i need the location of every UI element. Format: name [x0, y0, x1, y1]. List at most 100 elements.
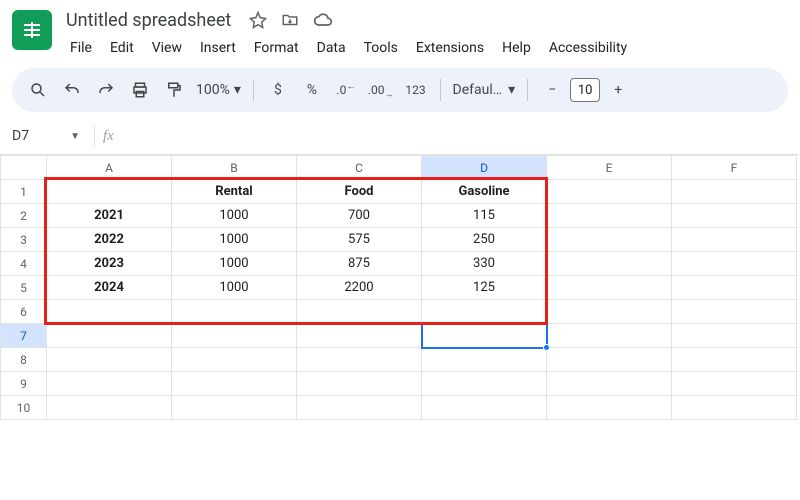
cell-E4[interactable]	[547, 252, 672, 276]
cell-E6[interactable]	[547, 300, 672, 324]
cell-F10[interactable]	[672, 396, 797, 420]
cloud-status-icon[interactable]	[313, 10, 333, 30]
sheets-logo[interactable]	[12, 10, 52, 50]
row-header-8[interactable]: 8	[1, 348, 47, 372]
menu-insert[interactable]: Insert	[192, 36, 244, 60]
cell-D9[interactable]	[422, 372, 547, 396]
formula-input[interactable]	[114, 124, 800, 148]
cell-F7[interactable]	[672, 324, 797, 348]
cell-D6[interactable]	[422, 300, 547, 324]
col-header-D[interactable]: D	[422, 156, 547, 180]
menu-accessibility[interactable]: Accessibility	[541, 36, 635, 60]
print-icon[interactable]	[124, 74, 156, 106]
cell-D5[interactable]: 125	[422, 276, 547, 300]
menu-extensions[interactable]: Extensions	[408, 36, 492, 60]
cell-F5[interactable]	[672, 276, 797, 300]
cell-E7[interactable]	[547, 324, 672, 348]
cell-C4[interactable]: 875	[297, 252, 422, 276]
cell-C7[interactable]	[297, 324, 422, 348]
cell-E8[interactable]	[547, 348, 672, 372]
row-header-1[interactable]: 1	[1, 180, 47, 204]
cell-D8[interactable]	[422, 348, 547, 372]
cell-A3[interactable]: 2022	[47, 228, 172, 252]
row-header-4[interactable]: 4	[1, 252, 47, 276]
name-box[interactable]: D7 ▼	[6, 124, 86, 148]
cell-A5[interactable]: 2024	[47, 276, 172, 300]
row-header-9[interactable]: 9	[1, 372, 47, 396]
cell-C1[interactable]: Food	[297, 180, 422, 204]
cell-B7[interactable]	[172, 324, 297, 348]
row-header-2[interactable]: 2	[1, 204, 47, 228]
zoom-select[interactable]: 100%▾	[192, 74, 245, 106]
menu-view[interactable]: View	[144, 36, 190, 60]
menu-tools[interactable]: Tools	[356, 36, 406, 60]
cell-C6[interactable]	[297, 300, 422, 324]
select-all-corner[interactable]	[1, 156, 47, 180]
star-icon[interactable]	[249, 11, 267, 29]
cell-C9[interactable]	[297, 372, 422, 396]
percent-icon[interactable]: %	[296, 74, 328, 106]
row-header-5[interactable]: 5	[1, 276, 47, 300]
cell-F8[interactable]	[672, 348, 797, 372]
search-icon[interactable]	[22, 74, 54, 106]
row-header-10[interactable]: 10	[1, 396, 47, 420]
cell-E1[interactable]	[547, 180, 672, 204]
cell-B1[interactable]: Rental	[172, 180, 297, 204]
cell-B8[interactable]	[172, 348, 297, 372]
increase-font-size-button[interactable]: +	[602, 74, 634, 106]
cell-E5[interactable]	[547, 276, 672, 300]
cell-A8[interactable]	[47, 348, 172, 372]
menu-edit[interactable]: Edit	[102, 36, 142, 60]
cell-A1[interactable]	[47, 180, 172, 204]
cell-C10[interactable]	[297, 396, 422, 420]
cell-D4[interactable]: 330	[422, 252, 547, 276]
spreadsheet-grid[interactable]: ABCDEF1RentalFoodGasoline220211000700115…	[0, 155, 800, 420]
cell-D1[interactable]: Gasoline	[422, 180, 547, 204]
menu-help[interactable]: Help	[494, 36, 539, 60]
cell-E2[interactable]	[547, 204, 672, 228]
menu-file[interactable]: File	[62, 36, 100, 60]
undo-icon[interactable]	[56, 74, 88, 106]
cell-D2[interactable]: 115	[422, 204, 547, 228]
move-icon[interactable]	[281, 11, 299, 29]
cell-D10[interactable]	[422, 396, 547, 420]
decrease-decimal-icon[interactable]: .0←	[330, 74, 362, 106]
cell-B4[interactable]: 1000	[172, 252, 297, 276]
cell-B10[interactable]	[172, 396, 297, 420]
row-header-7[interactable]: 7	[1, 324, 47, 348]
col-header-B[interactable]: B	[172, 156, 297, 180]
row-header-6[interactable]: 6	[1, 300, 47, 324]
cell-F9[interactable]	[672, 372, 797, 396]
paint-format-icon[interactable]	[158, 74, 190, 106]
cell-F2[interactable]	[672, 204, 797, 228]
more-formats-icon[interactable]: 123	[400, 74, 432, 106]
cell-D3[interactable]: 250	[422, 228, 547, 252]
cell-C3[interactable]: 575	[297, 228, 422, 252]
increase-decimal-icon[interactable]: .00→	[364, 74, 398, 106]
font-size-input[interactable]: 10	[570, 78, 600, 102]
redo-icon[interactable]	[90, 74, 122, 106]
cell-B2[interactable]: 1000	[172, 204, 297, 228]
cell-B5[interactable]: 1000	[172, 276, 297, 300]
font-select[interactable]: Defaul…▾	[449, 74, 520, 106]
cell-A4[interactable]: 2023	[47, 252, 172, 276]
cell-A7[interactable]	[47, 324, 172, 348]
cell-F6[interactable]	[672, 300, 797, 324]
cell-C2[interactable]: 700	[297, 204, 422, 228]
cell-B9[interactable]	[172, 372, 297, 396]
col-header-C[interactable]: C	[297, 156, 422, 180]
cell-E10[interactable]	[547, 396, 672, 420]
cell-C5[interactable]: 2200	[297, 276, 422, 300]
cell-F3[interactable]	[672, 228, 797, 252]
cell-A9[interactable]	[47, 372, 172, 396]
col-header-A[interactable]: A	[47, 156, 172, 180]
cell-A6[interactable]	[47, 300, 172, 324]
menu-data[interactable]: Data	[309, 36, 354, 60]
row-header-3[interactable]: 3	[1, 228, 47, 252]
cell-A2[interactable]: 2021	[47, 204, 172, 228]
cell-C8[interactable]	[297, 348, 422, 372]
col-header-E[interactable]: E	[547, 156, 672, 180]
cell-B3[interactable]: 1000	[172, 228, 297, 252]
selection-handle[interactable]	[543, 344, 550, 351]
cell-D7[interactable]	[422, 324, 547, 348]
